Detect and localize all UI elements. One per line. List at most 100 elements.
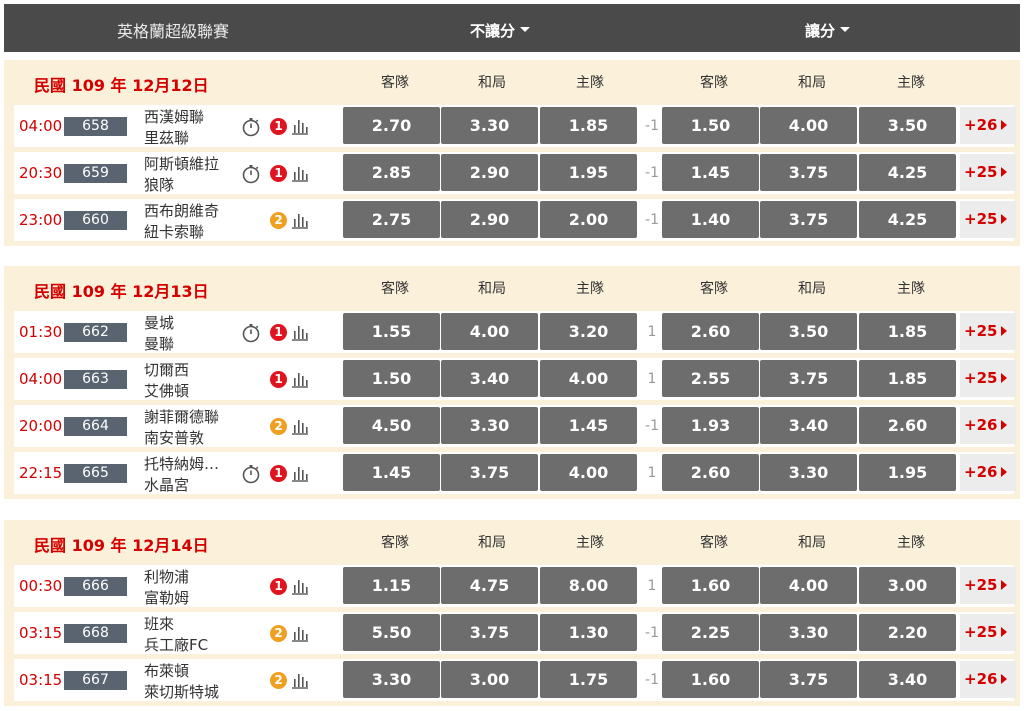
handicap-odds-button[interactable]: 3.30 [760,614,857,651]
teams[interactable]: 利物浦 富勒姆 [144,567,236,609]
handicap-odds-button[interactable]: 4.25 [859,201,956,238]
match-row: 04:00 663 切爾西 艾佛頓 1 1.50 3.40 4.00 1 2.55 3.75 1.85… [4,355,1020,402]
odds-button[interactable]: 2.85 [343,154,440,191]
handicap-odds-button[interactable]: 1.60 [662,567,759,604]
odds-button[interactable]: 1.85 [540,107,637,144]
stopwatch-icon[interactable] [241,164,261,188]
handicap-odds-button[interactable]: 3.30 [760,454,857,491]
handicap-odds-button[interactable]: 1.60 [662,661,759,698]
teams[interactable]: 西漢姆聯 里茲聯 [144,107,236,149]
teams[interactable]: 謝菲爾德聯 南安普敦 [144,407,236,449]
teams[interactable]: 曼城 曼聯 [144,313,236,355]
handicap-odds-button[interactable]: 3.40 [760,407,857,444]
bar-chart-icon[interactable] [291,117,309,139]
odds-button[interactable]: 4.00 [540,454,637,491]
teams[interactable]: 布萊頓 萊切斯特城 [144,661,236,703]
odds-button[interactable]: 1.45 [540,407,637,444]
odds-button[interactable]: 1.55 [343,313,440,350]
handicap-odds-button[interactable]: 2.20 [859,614,956,651]
handicap-odds-button[interactable]: 3.00 [859,567,956,604]
teams[interactable]: 西布朗維奇 紐卡索聯 [144,201,236,243]
odds-button[interactable]: 3.20 [540,313,637,350]
teams[interactable]: 阿斯頓維拉 狼隊 [144,154,236,196]
odds-button[interactable]: 3.75 [441,454,538,491]
handicap-odds-button[interactable]: 3.50 [760,313,857,350]
odds-button[interactable]: 4.00 [441,313,538,350]
odds-button[interactable]: 3.30 [441,107,538,144]
tab-no-handicap[interactable]: 不讓分 [470,20,531,41]
more-markets-button[interactable]: +26 [960,454,1016,491]
more-markets-button[interactable]: +25 [960,313,1016,350]
odds-button[interactable]: 3.30 [441,407,538,444]
odds-button[interactable]: 1.95 [540,154,637,191]
handicap-odds-button[interactable]: 3.75 [760,360,857,397]
handicap-odds-button[interactable]: 3.75 [760,154,857,191]
odds-button[interactable]: 4.00 [540,360,637,397]
handicap-odds-button[interactable]: 2.60 [662,313,759,350]
odds-button[interactable]: 4.50 [343,407,440,444]
odds-button[interactable]: 1.50 [343,360,440,397]
handicap-odds-button[interactable]: 2.60 [662,454,759,491]
odds-button[interactable]: 2.75 [343,201,440,238]
more-markets-button[interactable]: +25 [960,614,1016,651]
bar-chart-icon[interactable] [291,323,309,345]
handicap-odds-button[interactable]: 1.40 [662,201,759,238]
more-markets-button[interactable]: +25 [960,567,1016,604]
odds-button[interactable]: 1.45 [343,454,440,491]
odds-button[interactable]: 3.75 [441,614,538,651]
teams[interactable]: 托特納姆… 水晶宮 [144,454,236,496]
handicap-odds-button[interactable]: 4.00 [760,107,857,144]
odds-button[interactable]: 5.50 [343,614,440,651]
more-markets-button[interactable]: +26 [960,107,1016,144]
odds-button[interactable]: 3.30 [343,661,440,698]
more-markets-button[interactable]: +26 [960,407,1016,444]
handicap-odds-button[interactable]: 3.75 [760,661,857,698]
bar-chart-icon[interactable] [291,624,309,646]
bar-chart-icon[interactable] [291,577,309,599]
handicap-odds-button[interactable]: 1.85 [859,313,956,350]
bar-chart-icon[interactable] [291,417,309,439]
handicap-odds-button[interactable]: 1.93 [662,407,759,444]
bar-chart-icon[interactable] [291,211,309,233]
stopwatch-icon[interactable] [241,117,261,141]
handicap-odds-button[interactable]: 2.25 [662,614,759,651]
odds-button[interactable]: 1.15 [343,567,440,604]
handicap-odds-button[interactable]: 1.45 [662,154,759,191]
tab-handicap-label: 讓分 [805,22,836,40]
handicap-odds-button[interactable]: 4.25 [859,154,956,191]
odds-button[interactable]: 3.00 [441,661,538,698]
chevron-right-icon [1001,372,1008,383]
handicap-odds-button[interactable]: 1.85 [859,360,956,397]
more-markets-button[interactable]: +25 [960,154,1016,191]
odds-button[interactable]: 2.90 [441,201,538,238]
bar-chart-icon[interactable] [291,464,309,486]
odds-button[interactable]: 1.75 [540,661,637,698]
handicap-odds-button[interactable]: 1.95 [859,454,956,491]
handicap-odds-button[interactable]: 3.75 [760,201,857,238]
bar-chart-icon[interactable] [291,164,309,186]
odds-button[interactable]: 1.30 [540,614,637,651]
handicap-odds-button[interactable]: 3.40 [859,661,956,698]
handicap-odds-button[interactable]: 4.00 [760,567,857,604]
odds-button[interactable]: 3.40 [441,360,538,397]
more-markets-button[interactable]: +25 [960,360,1016,397]
odds-button[interactable]: 2.00 [540,201,637,238]
more-markets-button[interactable]: +26 [960,661,1016,698]
odds-button[interactable]: 2.70 [343,107,440,144]
more-markets-button[interactable]: +25 [960,201,1016,238]
handicap-odds-button[interactable]: 1.50 [662,107,759,144]
bar-chart-icon[interactable] [291,370,309,392]
stopwatch-icon[interactable] [241,323,261,347]
teams[interactable]: 切爾西 艾佛頓 [144,360,236,402]
bar-chart-icon[interactable] [291,671,309,693]
handicap-odds-button[interactable]: 3.50 [859,107,956,144]
handicap-odds-button[interactable]: 2.60 [859,407,956,444]
teams[interactable]: 班來 兵工廠FC [144,614,236,656]
odds-button[interactable]: 2.90 [441,154,538,191]
odds-button[interactable]: 4.75 [441,567,538,604]
handicap-odds-button[interactable]: 2.55 [662,360,759,397]
odds-button[interactable]: 8.00 [540,567,637,604]
tab-handicap[interactable]: 讓分 [805,20,851,41]
stopwatch-icon[interactable] [241,464,261,488]
section-date: 民國 109 年 12月13日 [34,282,209,301]
